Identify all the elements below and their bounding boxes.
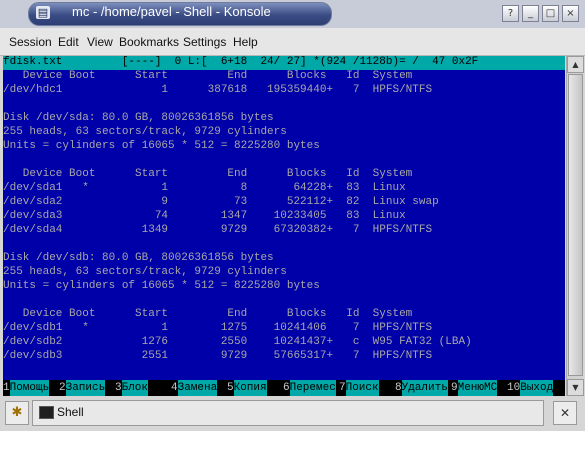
- terminal-icon: [39, 406, 54, 419]
- help-button[interactable]: ?: [502, 5, 519, 22]
- minimize-button[interactable]: _: [522, 5, 539, 22]
- title-bar[interactable]: ▤ mc - /home/pavel - Shell - Konsole ? _…: [0, 0, 585, 28]
- terminal-line: /dev/sdb1 * 1 1275 10241406 7 HPFS/NTFS: [3, 322, 433, 334]
- scroll-thumb[interactable]: [568, 74, 583, 376]
- tab-shell[interactable]: Shell: [32, 400, 544, 426]
- menu-view[interactable]: View: [87, 35, 113, 49]
- menu-session[interactable]: Session: [9, 35, 52, 49]
- terminal-line: Units = cylinders of 16065 * 512 = 82252…: [3, 280, 320, 292]
- new-session-icon[interactable]: ✱: [5, 401, 29, 425]
- maximize-button[interactable]: □: [542, 5, 559, 22]
- terminal-line: /dev/sda1 * 1 8 64228+ 83 Linux: [3, 182, 406, 194]
- menu-bar: Session Edit View Bookmarks Settings Hel…: [0, 28, 585, 56]
- window-title: mc - /home/pavel - Shell - Konsole: [72, 4, 271, 19]
- fkey-delete[interactable]: 8Удалить: [395, 380, 448, 396]
- function-key-bar: 1Помощь 2Запись 3Блок 4Замена 5Копия 6Пе…: [3, 380, 565, 396]
- fkey-move[interactable]: 6Перемес: [283, 380, 336, 396]
- scroll-up-icon[interactable]: ▲: [567, 56, 584, 73]
- terminal-line: /dev/hdc1 1 387618 195359440+ 7 HPFS/NTF…: [3, 84, 433, 96]
- tab-shell-label: Shell: [57, 405, 84, 419]
- terminal-line: /dev/sdb3 2551 9729 57665317+ 7 HPFS/NTF…: [3, 350, 433, 362]
- terminal-area[interactable]: fdisk.txt [----] 0 L:[ 6+18 24/ 27] *(92…: [3, 56, 565, 396]
- terminal-line: 255 heads, 63 sectors/track, 9729 cylind…: [3, 126, 287, 138]
- editor-status-line: fdisk.txt [----] 0 L:[ 6+18 24/ 27] *(92…: [3, 56, 565, 70]
- vertical-scrollbar[interactable]: ▲ ▼: [566, 56, 584, 396]
- terminal-line: Disk /dev/sda: 80.0 GB, 80026361856 byte…: [3, 112, 274, 124]
- terminal-line: Device Boot Start End Blocks Id System: [3, 168, 413, 180]
- fkey-help[interactable]: 1Помощь: [3, 380, 50, 396]
- tab-bar: ✱ Shell ✕: [0, 396, 585, 431]
- close-button[interactable]: ×: [562, 5, 579, 22]
- scroll-down-icon[interactable]: ▼: [567, 379, 584, 396]
- terminal-line: 255 heads, 63 sectors/track, 9729 cylind…: [3, 266, 287, 278]
- terminal-line: Disk /dev/sdb: 80.0 GB, 80026361856 byte…: [3, 252, 274, 264]
- fkey-block[interactable]: 3Блок: [115, 380, 149, 396]
- fkey-search[interactable]: 7Поиск: [339, 380, 379, 396]
- terminal-line: /dev/sda3 74 1347 10233405 83 Linux: [3, 210, 406, 222]
- menu-edit[interactable]: Edit: [58, 35, 79, 49]
- fkey-menu[interactable]: 9МенюMC: [451, 380, 498, 396]
- fkey-exit[interactable]: 10Выход: [507, 380, 554, 396]
- terminal-line: Device Boot Start End Blocks Id System: [3, 70, 413, 82]
- terminal-line: Device Boot Start End Blocks Id System: [3, 308, 413, 320]
- menu-bookmarks[interactable]: Bookmarks: [119, 35, 179, 49]
- terminal-line: Units = cylinders of 16065 * 512 = 82252…: [3, 140, 320, 152]
- fkey-save[interactable]: 2Запись: [59, 380, 106, 396]
- terminal-line: /dev/sda4 1349 9729 67320382+ 7 HPFS/NTF…: [3, 224, 433, 236]
- menu-help[interactable]: Help: [233, 35, 258, 49]
- konsole-window: ▤ mc - /home/pavel - Shell - Konsole ? _…: [0, 0, 585, 431]
- fkey-copy[interactable]: 5Копия: [227, 380, 267, 396]
- terminal-line: /dev/sdb2 1276 2550 10241437+ c W95 FAT3…: [3, 336, 472, 348]
- terminal-line: /dev/sda2 9 73 522112+ 82 Linux swap: [3, 196, 439, 208]
- menu-settings[interactable]: Settings: [183, 35, 226, 49]
- fkey-replace[interactable]: 4Замена: [171, 380, 218, 396]
- close-session-icon[interactable]: ✕: [553, 401, 577, 425]
- window-menu-icon[interactable]: ▤: [36, 6, 50, 19]
